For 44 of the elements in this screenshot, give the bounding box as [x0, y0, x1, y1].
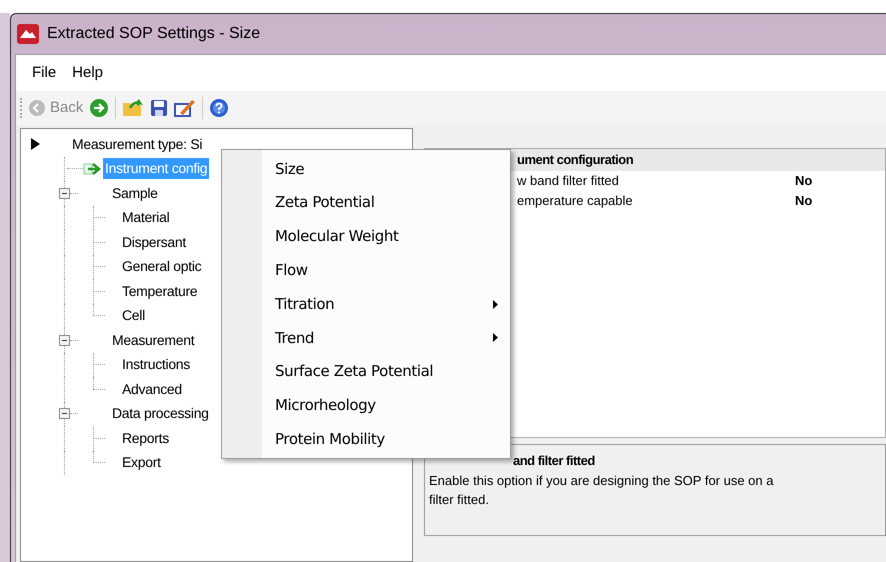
description-title: and filter fitted — [512, 452, 596, 470]
edit-icon[interactable] — [174, 98, 196, 118]
property-name: emperature capable — [517, 192, 634, 210]
context-menu-item[interactable]: Surface Zeta Potential — [222, 354, 510, 388]
save-icon[interactable] — [150, 99, 168, 117]
tree-item[interactable]: Reports — [120, 428, 171, 449]
menu-item[interactable]: File — [26, 62, 62, 84]
context-menu-item[interactable]: Trend — [222, 320, 510, 355]
forward-icon[interactable] — [89, 98, 110, 118]
open-folder-icon[interactable] — [122, 98, 144, 118]
property-name: w band filter fitted — [517, 172, 620, 190]
context-menu-item[interactable]: Zeta Potential — [222, 186, 510, 220]
category-header: ument configuration — [517, 151, 634, 170]
tree-item[interactable]: Sample — [110, 182, 160, 204]
tree-item[interactable]: Advanced — [120, 378, 184, 400]
collapse-icon[interactable] — [59, 334, 70, 346]
collapse-icon[interactable] — [59, 188, 70, 199]
property-value[interactable]: No — [795, 171, 812, 191]
window-title: Extracted SOP Settings - Size — [47, 24, 260, 44]
context-menu-item[interactable]: Protein Mobility — [222, 422, 510, 456]
tree-item[interactable]: Data processing — [110, 403, 211, 424]
context-menu-item[interactable]: Titration — [222, 287, 510, 321]
context-menu-item[interactable]: Molecular Weight — [222, 220, 510, 254]
tree-item[interactable]: Material — [120, 207, 172, 228]
tree-item[interactable]: Measurement type: Si — [70, 134, 204, 155]
menu-item[interactable]: Help — [66, 62, 110, 84]
app-logo-icon — [17, 24, 39, 44]
arrow-icon — [83, 162, 103, 176]
tree-item[interactable]: Cell — [120, 305, 147, 326]
tree-item[interactable]: Temperature — [120, 280, 200, 302]
tree-item[interactable]: General optic — [120, 256, 204, 278]
tree-item[interactable]: Instructions — [120, 354, 192, 376]
property-value[interactable]: No — [795, 191, 812, 211]
tree-item[interactable]: Measurement — [110, 330, 196, 351]
help-icon[interactable] — [209, 98, 230, 118]
context-menu-item[interactable]: Microrheology — [222, 388, 510, 422]
collapse-icon[interactable] — [59, 408, 70, 420]
description-text: filter fitted. — [429, 491, 490, 509]
expand-arrow-icon[interactable] — [31, 138, 40, 150]
description-text: Enable this option if you are designing the SOP for use on a — [429, 472, 774, 490]
context-menu-item[interactable]: Size — [222, 152, 510, 186]
tree-item[interactable]: Dispersant — [120, 232, 188, 253]
context-menu-item[interactable]: Flow — [222, 253, 510, 288]
tree-item[interactable]: Export — [120, 452, 163, 474]
